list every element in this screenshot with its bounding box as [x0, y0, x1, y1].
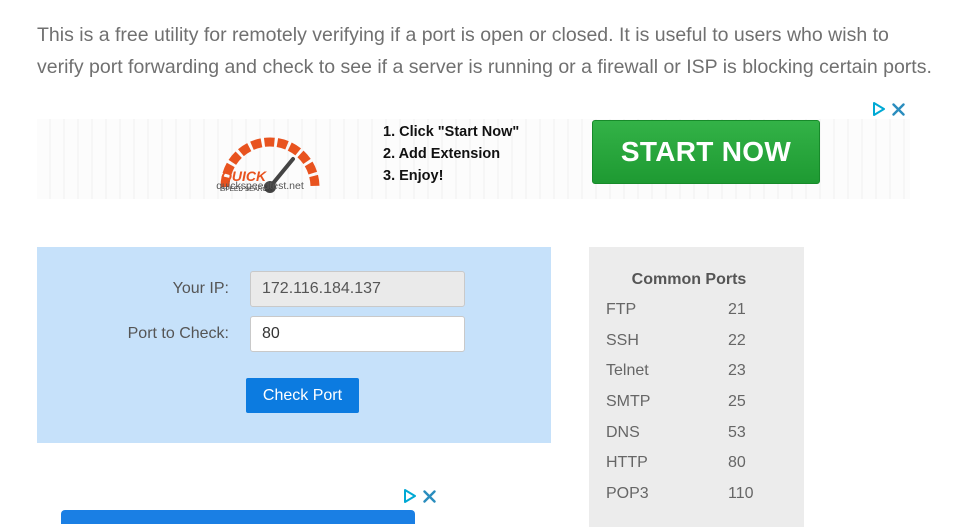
port-name: SMTP: [606, 393, 651, 410]
port-number: 80: [728, 454, 746, 471]
port-check-form: Your IP: 172.116.184.137 Port to Check: …: [37, 247, 551, 443]
port-number: 23: [728, 362, 746, 379]
port-name: Telnet: [606, 362, 649, 379]
ad-site-url: quickspeedtest.net: [216, 180, 304, 192]
port-name: DNS: [606, 424, 640, 441]
port-to-check-label: Port to Check:: [127, 325, 229, 342]
port-name: FTP: [606, 301, 637, 318]
ad-step-1: 1. Click "Start Now": [383, 124, 520, 140]
port-input[interactable]: 80: [250, 316, 465, 352]
ad-step-2: 2. Add Extension: [383, 146, 501, 162]
port-number: 22: [728, 332, 746, 349]
ad-cta-bar[interactable]: [61, 510, 415, 524]
close-icon[interactable]: [892, 103, 905, 116]
check-port-button[interactable]: Check Port: [246, 378, 359, 413]
port-name: HTTP: [606, 454, 648, 471]
your-ip-label: Your IP:: [172, 280, 229, 297]
port-number: 110: [728, 485, 754, 502]
port-name: POP3: [606, 485, 649, 502]
ad-step-3: 3. Enjoy!: [383, 168, 444, 184]
intro-paragraph: This is a free utility for remotely veri…: [37, 24, 932, 78]
second-ad-banner[interactable]: [37, 484, 437, 524]
common-ports-title: Common Ports: [631, 271, 747, 288]
ad-choices-play-icon[interactable]: [403, 489, 417, 503]
port-number: 53: [728, 424, 746, 441]
common-ports-panel: Common Ports FTP 21 SSH 22 Telnet 23 SMT…: [589, 247, 804, 527]
ad-banner[interactable]: QUICK SPEED SEARCH quickspeedtest.net 1.…: [37, 99, 910, 207]
ad-choices-play-icon[interactable]: [872, 102, 886, 116]
port-name: SSH: [606, 332, 639, 349]
close-icon[interactable]: [423, 490, 436, 503]
ad-steps: 1. Click "Start Now" 2. Add Extension 3.…: [383, 121, 519, 187]
start-now-button[interactable]: START NOW: [592, 120, 820, 184]
port-number: 21: [728, 301, 746, 318]
port-number: 25: [728, 393, 746, 410]
your-ip-field[interactable]: 172.116.184.137: [250, 271, 465, 307]
